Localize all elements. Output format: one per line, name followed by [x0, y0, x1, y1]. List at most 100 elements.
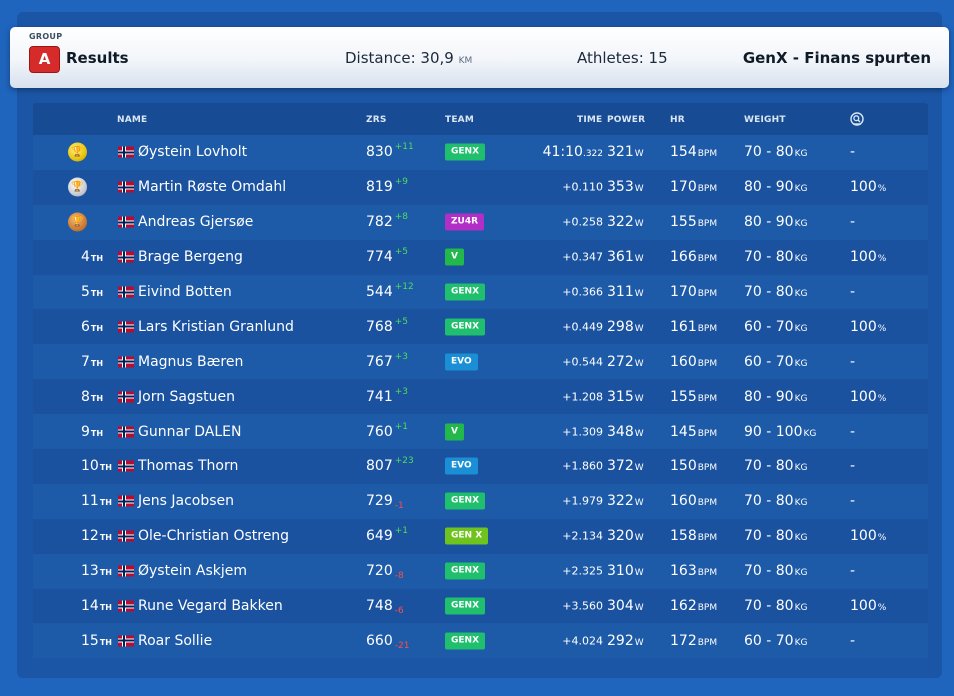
zrs-delta: +9: [394, 177, 409, 188]
pct-unit: %: [877, 603, 887, 614]
hr-value: 162BPM: [670, 598, 717, 614]
athlete-name[interactable]: Rune Vegard Bakken: [138, 598, 283, 614]
team-badge[interactable]: GENX: [445, 632, 486, 650]
weight-range: 80 - 90: [744, 179, 794, 196]
position-suffix: TH: [99, 637, 112, 647]
team-badge[interactable]: EVO: [445, 353, 478, 371]
table-row[interactable]: 🏆 Øystein Lovholt 830 +11 GENX 41:10.322 321W 1…: [33, 135, 928, 170]
athlete-name[interactable]: Thomas Thorn: [138, 458, 238, 474]
athlete-name[interactable]: Jens Jacobsen: [138, 493, 234, 509]
norway-flag-icon: [118, 565, 134, 577]
team-badge[interactable]: V: [445, 248, 464, 266]
position-number: 7: [81, 353, 90, 370]
table-row[interactable]: 15TH Roar Sollie 660 -21 GENX +4.024 292W 172BP…: [33, 623, 928, 659]
position-number: 5: [81, 284, 90, 300]
team-badge[interactable]: EVO: [445, 457, 478, 475]
team-badge[interactable]: GEN X: [445, 527, 489, 545]
power-number: 353: [607, 179, 634, 196]
distance-info: Distance: 30,9 KM: [345, 49, 472, 67]
col-zrs[interactable]: ZRS: [366, 115, 387, 125]
weight-range: 70 - 80: [744, 249, 794, 266]
athlete-name[interactable]: Ole-Christian Ostreng: [138, 528, 289, 544]
athlete-name[interactable]: Jorn Sagstuen: [138, 389, 235, 405]
col-hr[interactable]: HR: [670, 115, 685, 125]
team-badge[interactable]: GENX: [445, 143, 486, 161]
pct-number: -: [850, 493, 856, 510]
weight-value: 60 - 70KG: [744, 319, 807, 335]
position-number: 9: [81, 423, 90, 440]
hr-unit: BPM: [697, 498, 718, 509]
athlete-name[interactable]: Øystein Askjem: [138, 563, 247, 579]
table-row[interactable]: 7TH Magnus Bæren 767 +3 EVO +0.544 272W 160BPM 6…: [33, 344, 928, 380]
zrs-score: 807: [366, 458, 393, 475]
power-unit: W: [634, 533, 644, 544]
zrs-score: 741: [366, 388, 393, 405]
time-gap: +0.258: [562, 215, 603, 229]
team-badge[interactable]: GENX: [445, 318, 486, 336]
hr-number: 158: [670, 528, 697, 545]
pct-number: 100: [850, 249, 877, 266]
group-badge[interactable]: A: [29, 46, 60, 73]
weight-unit: KG: [794, 149, 808, 160]
team-badge[interactable]: ZU4R: [445, 213, 485, 231]
time-main: 41:10: [542, 144, 583, 161]
team-badge[interactable]: GENX: [445, 562, 486, 580]
table-row[interactable]: 14TH Rune Vegard Bakken 748 -6 GENX +3.560 304…: [33, 588, 928, 624]
hr-unit: BPM: [697, 603, 718, 614]
team-badge[interactable]: V: [445, 423, 464, 441]
table-row[interactable]: 8TH Jorn Sagstuen 741 +3 +1.208 315W 155BPM 80 …: [33, 379, 928, 415]
table-row[interactable]: 6TH Lars Kristian Granlund 768 +5 GENX +0.449…: [33, 309, 928, 345]
norway-flag-icon: [118, 530, 134, 542]
athlete-name[interactable]: Roar Sollie: [138, 633, 212, 649]
weight-range: 80 - 90: [744, 388, 794, 405]
athlete-name[interactable]: Andreas Gjersøe: [138, 214, 253, 230]
weight-unit: KG: [794, 219, 808, 230]
weight-range: 90 - 100: [744, 423, 803, 440]
team-badge[interactable]: GENX: [445, 283, 486, 301]
power-number: 322: [607, 493, 634, 510]
zoom-icon[interactable]: [850, 112, 864, 129]
table-row[interactable]: 5TH Eivind Botten 544 +12 GENX +0.366 311W 170B…: [33, 274, 928, 310]
table-row[interactable]: 9TH Gunnar DALEN 760 +1 V +1.309 348W 145BPM 90 …: [33, 414, 928, 450]
hr-number: 172: [670, 632, 697, 649]
hr-unit: BPM: [697, 289, 718, 299]
col-team[interactable]: TEAM: [445, 115, 474, 125]
time-gap: +4.024: [562, 634, 603, 648]
col-time[interactable]: TIME: [577, 115, 602, 125]
col-weight[interactable]: WEIGHT: [744, 115, 786, 125]
power-number: 361: [607, 249, 634, 266]
col-power[interactable]: POWER: [607, 115, 645, 125]
hr-number: 170: [670, 179, 697, 196]
pct-unit: %: [877, 393, 887, 404]
zrs-score: 729: [366, 493, 393, 510]
table-row[interactable]: 🏆 Andreas Gjersøe 782 +8 ZU4R +0.258 322W 155BP…: [33, 204, 928, 240]
athlete-name[interactable]: Brage Bergeng: [138, 249, 243, 265]
zrs-score: 830: [366, 144, 393, 161]
athlete-name[interactable]: Lars Kristian Granlund: [138, 319, 294, 335]
athlete-name[interactable]: Magnus Bæren: [138, 354, 243, 370]
power-unit: W: [634, 428, 644, 439]
table-row[interactable]: 13TH Øystein Askjem 720 -8 GENX +2.325 310W 163…: [33, 553, 928, 589]
athlete-name[interactable]: Gunnar DALEN: [138, 424, 241, 440]
table-row[interactable]: 🏆 Martin Røste Omdahl 819 +9 +0.110 353W 170BP…: [33, 169, 928, 205]
zrs-score: 760: [366, 423, 393, 440]
hr-unit: BPM: [697, 323, 718, 334]
pct-number: 100: [850, 598, 877, 615]
table-row[interactable]: 11TH Jens Jacobsen 729 -1 GENX +1.979 322W 160B…: [33, 483, 928, 519]
power-unit: W: [634, 603, 644, 614]
table-row[interactable]: 10TH Thomas Thorn 807 +23 EVO +1.860 372W 150BP…: [33, 449, 928, 484]
table-row[interactable]: 4TH Brage Bergeng 774 +5 V +0.347 361W 166BPM 70…: [33, 239, 928, 275]
col-name[interactable]: NAME: [117, 115, 147, 125]
athlete-name[interactable]: Martin Røste Omdahl: [138, 179, 286, 195]
weight-value: 70 - 80KG: [744, 249, 807, 265]
norway-flag-icon: [118, 216, 134, 228]
table-row[interactable]: 12TH Ole-Christian Ostreng 649 +1 GEN X +2.13…: [33, 518, 928, 554]
team-badge[interactable]: GENX: [445, 597, 486, 615]
weight-unit: KG: [794, 323, 808, 334]
athlete-name[interactable]: Øystein Lovholt: [138, 144, 247, 160]
zrs-delta: +8: [394, 212, 409, 223]
power-value: 310W: [607, 563, 644, 579]
zrs-score: 748: [366, 598, 393, 615]
team-badge[interactable]: GENX: [445, 492, 486, 510]
athlete-name[interactable]: Eivind Botten: [138, 284, 232, 300]
